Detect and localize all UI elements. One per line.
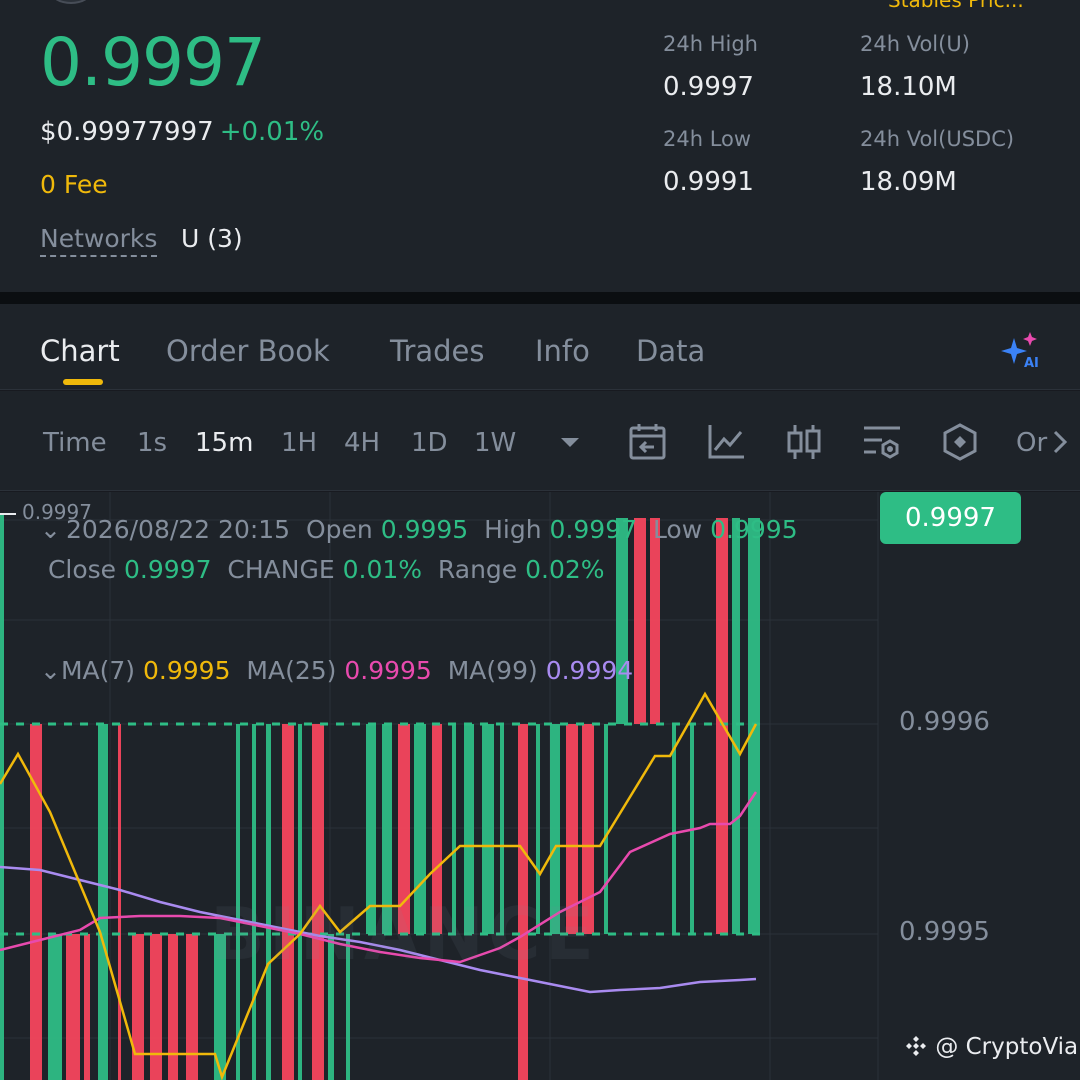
change-percent: +0.01% [219,117,325,147]
tab-chart[interactable]: Chart [40,334,120,368]
candle-datetime: 2026/08/22 20:15 [66,515,291,544]
candle-bar [84,934,90,1080]
calendar-icon[interactable] [628,422,668,462]
y-tick-0: 0.9996 [899,707,990,737]
ohlc-legend: ⌄ 2026/08/22 20:15 Open 0.9995 High 0.999… [40,510,830,590]
candle-bar [118,724,121,1080]
more-tools[interactable]: Or [1016,428,1047,458]
open-value: 0.9995 [380,515,469,544]
close-label: Close [47,555,117,584]
ma-legend: ⌄MA(7) 0.9995 MA(25) 0.9995 MA(99) 0.999… [40,656,633,685]
networks-label[interactable]: Networks [40,224,158,257]
timeframe-1w[interactable]: 1W [474,428,516,458]
vol-u-label: 24h Vol(U) [860,32,970,56]
open-label: Open [306,515,373,544]
tab-info[interactable]: Info [535,334,590,368]
chart-toolbar: Time 1s 15m 1H 4H 1D 1W Or [0,391,1080,491]
section-divider [0,292,1080,304]
active-tab-indicator [63,379,103,385]
last-price: 0.9997 [40,24,266,101]
ma99-value: 0.9994 [545,656,634,685]
timeframe-1s[interactable]: 1s [137,428,167,458]
high-value: 0.9997 [549,515,638,544]
candle-bar [48,934,62,1080]
pair-tag[interactable]: Stables Pric... [888,0,1024,12]
ma-collapse-chevron-icon[interactable]: ⌄ [40,656,61,685]
candle-bar [132,934,144,1080]
candles-group [0,514,760,1080]
binance-logo-icon [906,1036,926,1056]
low-24h-label: 24h Low [663,127,752,151]
line-chart-icon[interactable] [707,422,747,462]
fee-badge[interactable]: 0 Fee [40,170,108,199]
svg-text:AI: AI [1024,356,1039,370]
close-value: 0.9997 [124,555,212,584]
high-24h-label: 24h High [663,32,758,56]
candle-bar [150,934,162,1080]
candle-bar [672,724,676,934]
price-chart[interactable]: BINANCE 0.9997 ⌄ 2026/08/22 20:15 Open 0.… [0,492,1080,1080]
ai-sparkle-icon[interactable]: AI [1000,330,1044,370]
low-24h-value: 0.9991 [663,167,754,197]
candle-bar [604,724,608,934]
tab-data[interactable]: Data [636,334,705,368]
low-label: Low [652,515,703,544]
timeframe-time[interactable]: Time [43,428,107,458]
credit-text: @ CryptoVia [935,1034,1079,1060]
candle-bar [168,934,178,1080]
ma7-label: MA(7) [60,656,136,685]
usd-price-line: $0.99977997 +0.01% [40,117,324,147]
ma25-label: MA(25) [246,656,337,685]
change-value: 0.01% [342,555,423,584]
change-label: CHANGE [227,555,335,584]
ma99-label: MA(99) [447,656,538,685]
vol-u-value: 18.10M [860,72,957,102]
candles-icon[interactable] [784,422,824,462]
high-24h-value: 0.9997 [663,72,754,102]
chevron-right-icon[interactable] [1048,422,1072,462]
low-value: 0.9995 [710,515,798,544]
watermark: BINANCE [210,892,598,976]
high-label: High [484,515,542,544]
ticker-header: Stables Pric... 0.9997 $0.99977997 +0.01%… [0,0,1080,292]
ma25-value: 0.9995 [344,656,432,685]
timeframe-1d[interactable]: 1D [411,428,448,458]
candle-bar [0,514,4,1080]
vol-usdc-value: 18.09M [860,167,957,197]
range-label: Range [437,555,518,584]
chart-settings-icon[interactable] [862,422,902,462]
range-value: 0.02% [525,555,605,584]
usd-price: $0.99977997 [40,117,214,147]
tab-trades[interactable]: Trades [390,334,485,368]
credit-watermark: @ CryptoVia [904,1034,1078,1060]
networks-value[interactable]: U (3) [181,224,243,253]
candle-bar [186,934,198,1080]
tab-bar: Chart Order Book Trades Info Data [0,304,1080,390]
tab-order-book[interactable]: Order Book [166,334,330,368]
coin-avatar [50,0,92,4]
y-tick-1: 0.9995 [899,917,990,947]
candle-bar [98,724,108,1080]
timeframe-15m[interactable]: 15m [195,428,253,458]
collapse-chevron-icon[interactable]: ⌄ [40,510,66,550]
vol-usdc-label: 24h Vol(USDC) [860,127,1015,151]
ma7-line [0,691,758,1080]
timeframe-1h[interactable]: 1H [281,428,317,458]
candle-bar [66,934,80,1080]
ma7-value: 0.9995 [143,656,231,685]
timeframe-dropdown-icon[interactable] [550,422,590,462]
current-price-badge: 0.9997 [880,492,1021,544]
indicator-icon[interactable] [940,422,980,462]
timeframe-4h[interactable]: 4H [344,428,380,458]
